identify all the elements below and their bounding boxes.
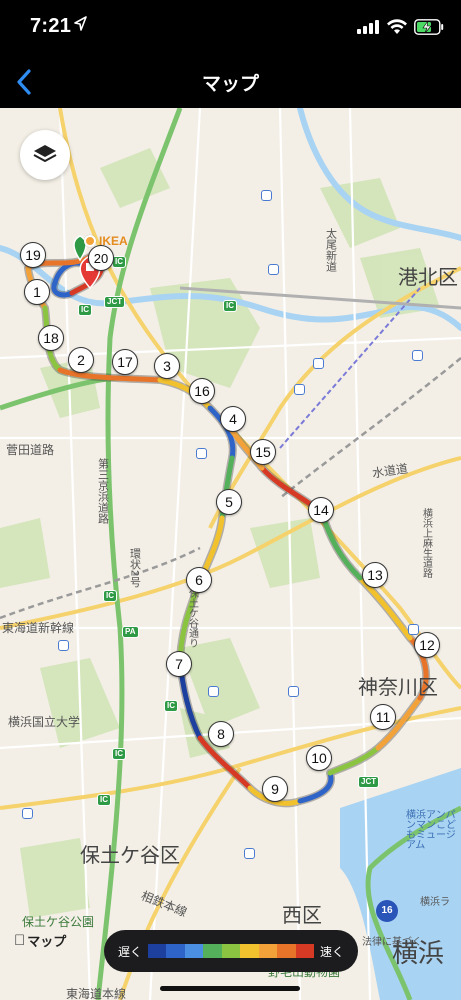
km-marker-10[interactable]: 10	[306, 745, 332, 771]
interchange-badge: IC	[112, 748, 126, 760]
km-marker-20[interactable]: 20	[88, 245, 114, 271]
km-marker-13[interactable]: 13	[362, 562, 388, 588]
speed-color-swatch-2	[166, 944, 185, 958]
speed-fast-label: 速く	[319, 944, 344, 959]
route-map[interactable]: IKEA 港北区 神奈川区 保土ケ谷区 西区 横浜 東海道新幹線 横浜国立大学 …	[0, 108, 461, 1000]
speed-color-swatch-8	[277, 944, 296, 958]
km-marker-15[interactable]: 15	[250, 439, 276, 465]
speed-color-swatch-6	[240, 944, 259, 958]
speed-color-swatch-1	[148, 944, 167, 958]
district-label: 神奈川区	[358, 677, 438, 699]
layers-icon	[33, 145, 57, 162]
km-marker-14[interactable]: 14	[308, 497, 334, 523]
place-label: 横浜国立大学	[8, 715, 81, 729]
interchange-badge: IC	[78, 304, 92, 316]
district-label: 港北区	[398, 267, 458, 289]
map-layers-button[interactable]	[20, 130, 70, 180]
km-marker-19[interactable]: 19	[20, 242, 46, 268]
km-marker-3[interactable]: 3	[154, 353, 180, 379]
interchange-badge: IC	[97, 794, 111, 806]
place-label: 法律に基づく	[362, 937, 422, 948]
train-station-icon	[268, 264, 279, 275]
road-label: 保土ケ谷通り	[186, 588, 198, 648]
map-attribution[interactable]:  マップ	[14, 931, 66, 950]
route-shield-icon: 16	[376, 900, 398, 922]
road-label: 太尾新道	[324, 228, 337, 272]
km-marker-7[interactable]: 7	[166, 651, 192, 677]
km-marker-2[interactable]: 2	[68, 347, 94, 373]
store-icon	[84, 235, 96, 247]
train-station-icon	[196, 448, 207, 459]
status-time: 7:21	[30, 15, 72, 37]
district-label: 保土ケ谷区	[80, 845, 180, 867]
train-station-icon	[208, 686, 219, 697]
parking-area-badge: PA	[122, 626, 139, 638]
railway-label: 東海道本線	[66, 987, 127, 1000]
km-marker-18[interactable]: 18	[38, 325, 64, 351]
place-label: 横浜アンパンマンこどもミュージアム	[406, 810, 456, 851]
km-marker-5[interactable]: 5	[216, 489, 242, 515]
speed-color-swatch-5	[221, 944, 241, 958]
junction-badge: JCT	[104, 296, 126, 308]
km-marker-11[interactable]: 11	[370, 704, 396, 730]
train-station-icon	[288, 686, 299, 697]
speed-legend: 遅く 速く	[104, 930, 358, 972]
train-station-icon	[58, 640, 69, 651]
park-label: 保土ケ谷公園	[22, 915, 95, 929]
expressway-label: 第三京浜道路	[96, 458, 109, 524]
interchange-badge: IC	[164, 700, 178, 712]
train-station-icon	[261, 190, 272, 201]
apple-logo-icon: 	[14, 932, 25, 949]
km-marker-9[interactable]: 9	[262, 776, 288, 802]
speed-color-swatch-7	[258, 944, 278, 958]
train-station-icon	[412, 350, 423, 361]
district-label: 西区	[282, 905, 322, 927]
km-marker-17[interactable]: 17	[112, 349, 138, 375]
train-station-icon	[294, 384, 305, 395]
km-marker-8[interactable]: 8	[208, 721, 234, 747]
speed-color-swatch-9	[295, 944, 314, 958]
speed-gradient-bar	[148, 944, 314, 958]
status-bar: 7:21	[0, 0, 461, 56]
speed-slow-label: 遅く	[118, 944, 143, 959]
speed-color-swatch-4	[203, 944, 222, 958]
page-title: マップ	[201, 74, 259, 95]
home-indicator	[160, 986, 300, 991]
wifi-icon	[387, 19, 407, 34]
signal-bars-icon	[357, 20, 379, 34]
railway-label: 東海道新幹線	[2, 621, 75, 635]
train-station-icon	[244, 848, 255, 859]
map-canvas[interactable]	[0, 108, 461, 1000]
km-marker-6[interactable]: 6	[186, 567, 212, 593]
road-label: 横浜上麻生道路	[420, 508, 432, 578]
navigation-bar: マップ	[0, 56, 461, 108]
place-label: 横浜ラ	[420, 897, 450, 908]
battery-charging-icon	[414, 19, 444, 35]
interchange-badge: IC	[103, 590, 117, 602]
train-station-icon	[408, 624, 419, 635]
location-arrow-icon	[74, 16, 87, 31]
km-marker-1[interactable]: 1	[24, 279, 50, 305]
km-marker-4[interactable]: 4	[220, 406, 246, 432]
road-label: 環状2号	[128, 548, 141, 588]
attribution-text: マップ	[16, 934, 66, 949]
km-marker-16[interactable]: 16	[189, 378, 215, 404]
junction-badge: JCT	[358, 776, 380, 788]
interchange-badge: IC	[223, 300, 237, 312]
interchange-badge: IC	[112, 256, 126, 268]
speed-color-swatch-3	[184, 944, 204, 958]
train-station-icon	[313, 358, 324, 369]
train-station-icon	[22, 808, 33, 819]
km-marker-12[interactable]: 12	[414, 632, 440, 658]
road-label: 菅田道路	[6, 443, 55, 457]
